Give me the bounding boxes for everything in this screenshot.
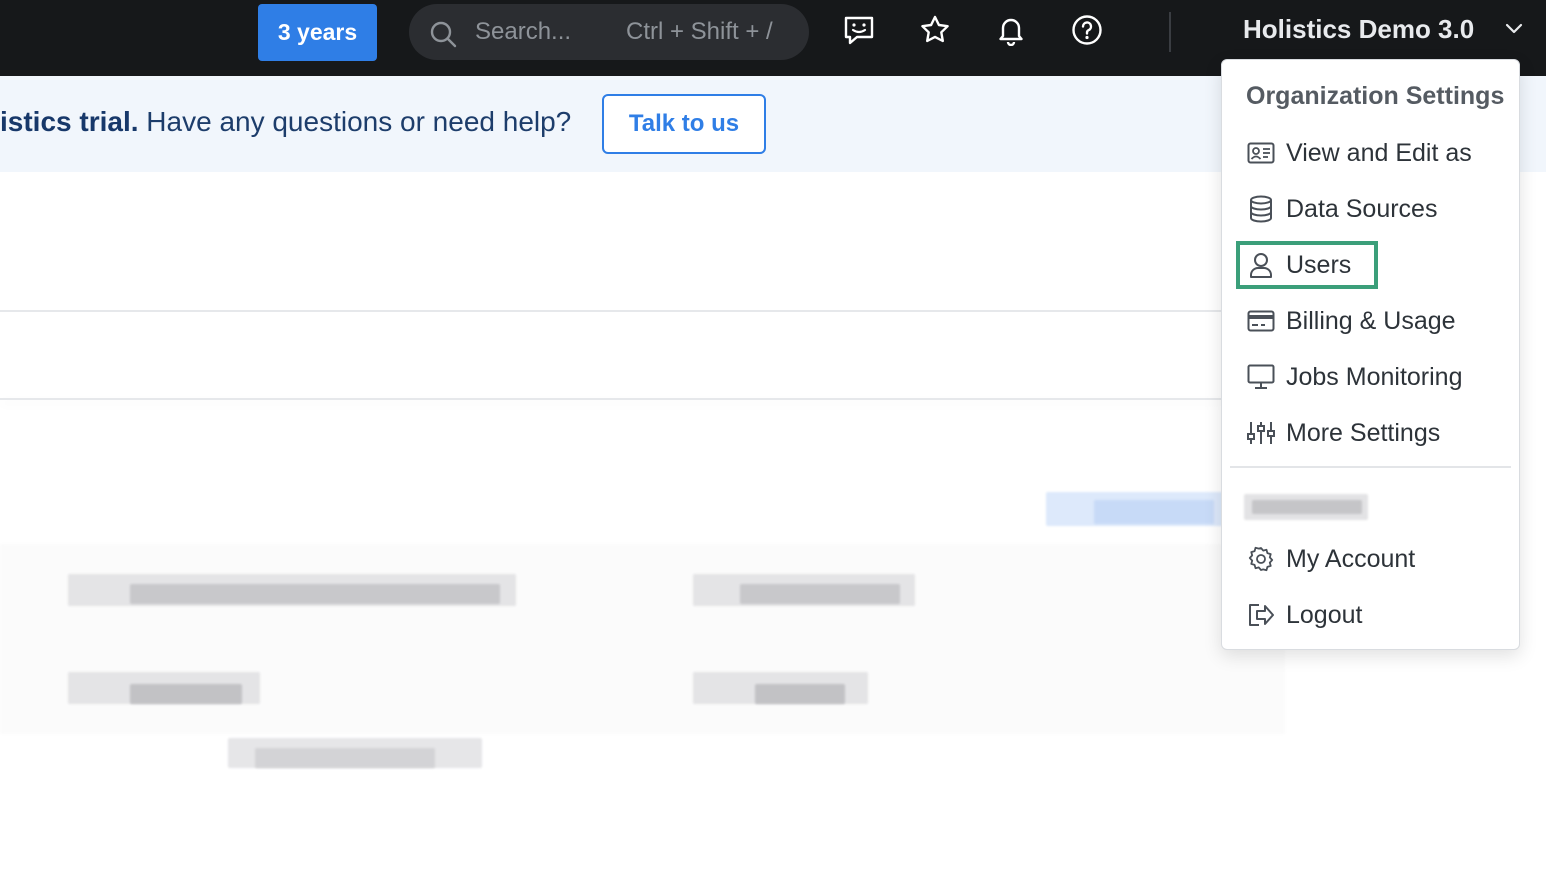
menu-item-view-and-edit-as[interactable]: View and Edit as [1246,133,1472,173]
credit-card-icon [1246,306,1276,336]
menu-item-label: Logout [1286,600,1363,629]
help-icon[interactable] [1071,14,1103,46]
sliders-icon [1246,418,1276,448]
id-card-icon [1246,138,1276,168]
search-placeholder: Search... [475,18,572,45]
banner-bold-text: istics trial. [0,106,139,137]
topbar-divider [1169,12,1171,52]
menu-item-logout[interactable]: Logout [1246,595,1362,635]
menu-item-label: Data Sources [1286,194,1438,223]
search-box[interactable]: Search... Ctrl + Shift + / [409,4,809,60]
chevron-down-icon[interactable] [1504,22,1524,41]
user-icon [1246,250,1276,280]
organization-switcher[interactable]: Holistics Demo 3.0 [1243,14,1474,45]
feedback-icon[interactable] [843,14,875,46]
toolbar-divider [0,398,1230,400]
menu-item-label: More Settings [1286,418,1441,447]
talk-to-us-button[interactable]: Talk to us [602,94,766,154]
menu-divider [1230,466,1511,468]
search-icon [429,20,457,53]
organization-menu-dropdown: Organization Settings View and Edit as D… [1221,59,1520,650]
menu-item-jobs-monitoring[interactable]: Jobs Monitoring [1246,357,1462,397]
menu-item-label: Billing & Usage [1286,306,1456,335]
banner-text: Have any questions or need help? [138,106,572,137]
trial-remaining-badge[interactable]: 3 years [258,4,377,61]
database-icon [1246,194,1276,224]
header-divider [0,310,1230,312]
menu-item-label: Jobs Monitoring [1286,362,1463,391]
menu-item-users[interactable]: Users [1236,241,1378,289]
banner-message: istics trial. Have any questions or need… [0,106,571,138]
menu-section-title: Organization Settings [1246,82,1505,110]
gear-icon [1246,544,1276,574]
menu-item-label: My Account [1286,544,1416,573]
search-shortcut-hint: Ctrl + Shift + / [626,18,773,45]
bell-icon[interactable] [995,14,1027,47]
monitor-icon [1246,362,1276,392]
menu-item-my-account[interactable]: My Account [1246,539,1415,579]
menu-item-label: View and Edit as [1286,138,1472,167]
menu-item-data-sources[interactable]: Data Sources [1246,189,1437,229]
menu-item-more-settings[interactable]: More Settings [1246,413,1440,453]
menu-item-billing-and-usage[interactable]: Billing & Usage [1246,301,1456,341]
logout-icon [1246,600,1276,630]
blurred-user-name [1244,494,1368,520]
menu-item-label: Users [1286,250,1352,279]
star-icon[interactable] [919,14,951,46]
